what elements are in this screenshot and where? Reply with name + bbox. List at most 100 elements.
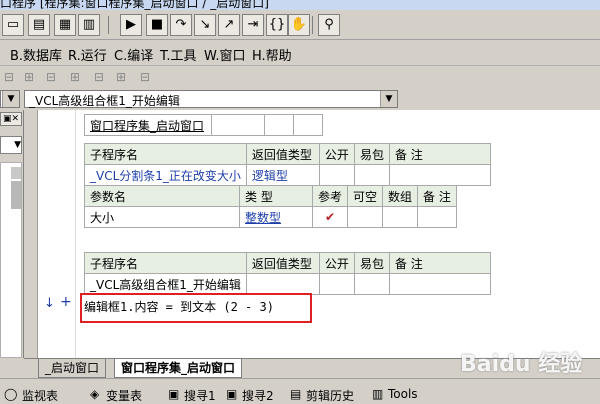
- align-top-icon[interactable]: ⊞: [66, 68, 84, 86]
- tools-icon: ▥: [372, 387, 384, 401]
- menu-help[interactable]: H.帮助: [252, 45, 292, 64]
- main-toolbar: ▭ ▤ ▦ ▥ ▶ ■ ↷ ↘ ↗ ⇥ {} ✋ ⚲: [0, 10, 600, 40]
- return-type-cell[interactable]: [245, 273, 320, 295]
- assembly-cell[interactable]: [211, 114, 265, 136]
- remark-cell[interactable]: [388, 273, 491, 295]
- clipboard-icon: ▤: [290, 387, 302, 401]
- highlight-box: [80, 293, 312, 323]
- stop-icon[interactable]: ■: [146, 14, 168, 36]
- chevron-down-icon[interactable]: ▼: [380, 91, 397, 107]
- tab-search-1[interactable]: 搜寻1: [184, 387, 216, 404]
- step-over-icon[interactable]: ↷: [170, 14, 192, 36]
- search-icon: ▣: [226, 387, 238, 401]
- col-easy-package: 易包: [353, 252, 390, 274]
- magnifier-icon: ◯: [4, 387, 18, 401]
- assembly-name[interactable]: 窗口程序集_启动窗口: [84, 114, 212, 136]
- tab-startup-window[interactable]: _启动窗口: [38, 359, 107, 378]
- split-view-icon[interactable]: ▥: [78, 14, 100, 36]
- easy-package-cell[interactable]: [353, 273, 390, 295]
- menu-tools[interactable]: T.工具: [160, 45, 197, 64]
- method-selector-value: _VCL高级组合框1_开始编辑: [29, 94, 180, 108]
- align-toolbar: ⊟ ⊞ ⊟ ⊞ ⊟ ⊞ ⊟: [0, 66, 600, 88]
- tab-search-2[interactable]: 搜寻2: [242, 387, 274, 404]
- panel-header-icon[interactable]: ▣✕: [0, 112, 22, 126]
- toolbar-separator: [312, 16, 313, 34]
- scrollbar-thumb[interactable]: [11, 181, 21, 209]
- param-name-cell[interactable]: 大小: [84, 206, 240, 228]
- run-icon[interactable]: ▶: [120, 14, 142, 36]
- easy-package-cell[interactable]: [353, 164, 390, 186]
- toolbar-separator: [108, 16, 109, 34]
- col-param-name: 参数名: [84, 185, 240, 207]
- array-cell[interactable]: [382, 206, 419, 228]
- method-selector[interactable]: _VCL高级组合框1_开始编辑 ▼: [24, 90, 398, 108]
- align-right-icon[interactable]: ⊟: [42, 68, 60, 86]
- checkmark-icon[interactable]: ✔: [311, 206, 349, 228]
- left-selector[interactable]: ▼: [0, 90, 20, 108]
- step-into-icon[interactable]: ↘: [194, 14, 216, 36]
- return-type-cell[interactable]: 逻辑型: [245, 164, 320, 186]
- tab-watch[interactable]: 监视表: [22, 387, 58, 404]
- align-left-icon[interactable]: ⊟: [0, 68, 18, 86]
- window-layout-icon[interactable]: ▤: [28, 14, 50, 36]
- public-cell[interactable]: [318, 273, 355, 295]
- nullable-cell[interactable]: [347, 206, 384, 228]
- search-icon: ▣: [168, 387, 180, 401]
- menu-bar: B.数据库 R.运行 C.编译 T.工具 W.窗口 H.帮助: [0, 40, 600, 66]
- col-return-type: 返回值类型: [245, 252, 320, 274]
- col-sub-name: 子程序名: [84, 252, 247, 274]
- same-height-icon[interactable]: ⊟: [136, 68, 154, 86]
- braces-icon[interactable]: {}: [266, 14, 288, 36]
- param-remark-cell[interactable]: [417, 206, 457, 228]
- hand-icon[interactable]: ✋: [288, 14, 310, 36]
- chevron-down-icon[interactable]: ▼: [2, 91, 19, 107]
- col-return-type: 返回值类型: [245, 143, 320, 165]
- align-middle-icon[interactable]: ⊟: [90, 68, 108, 86]
- param-table: 参数名 类 型 参考 可空 数组 备 注 大小 整数型 ✔: [84, 185, 457, 228]
- left-dock-panel: ▣✕ ▼: [0, 110, 24, 358]
- tab-variables[interactable]: 变量表: [106, 387, 142, 404]
- tab-assembly[interactable]: 窗口程序集_启动窗口: [114, 359, 243, 378]
- menu-run[interactable]: R.运行: [68, 45, 107, 64]
- col-nullable: 可空: [347, 185, 384, 207]
- menu-window[interactable]: W.窗口: [204, 45, 246, 64]
- public-cell[interactable]: [318, 164, 355, 186]
- same-width-icon[interactable]: ⊞: [112, 68, 130, 86]
- bottom-dock-tabs: ◯ 监视表 ◈ 变量表 ▣ 搜寻1 ▣ 搜寻2 ▤ 剪辑历史 ▥ Tools: [0, 378, 600, 403]
- col-param-type: 类 型: [239, 185, 313, 207]
- layout-icon[interactable]: ▭: [2, 14, 24, 36]
- subroutine-table-2: 子程序名 返回值类型 公开 易包 备 注 _VCL高级组合框1_开始编辑: [84, 252, 491, 295]
- plus-icon[interactable]: +: [60, 294, 72, 310]
- col-reference: 参考: [311, 185, 349, 207]
- run-to-cursor-icon[interactable]: ⇥: [242, 14, 264, 36]
- tab-clip-history[interactable]: 剪辑历史: [306, 387, 354, 404]
- sub-name-cell[interactable]: _VCL分割条1_正在改变大小: [84, 164, 247, 186]
- line-gutter: [38, 110, 76, 358]
- remark-cell[interactable]: [388, 164, 491, 186]
- col-array: 数组: [382, 185, 419, 207]
- tab-tools[interactable]: Tools: [388, 387, 418, 401]
- menu-compile[interactable]: C.编译: [114, 45, 153, 64]
- scroll-up-icon[interactable]: [11, 167, 21, 179]
- step-out-icon[interactable]: ↗: [218, 14, 240, 36]
- assembly-cell[interactable]: [264, 114, 294, 136]
- menu-database[interactable]: B.数据库: [10, 45, 62, 64]
- selector-row: ▼ _VCL高级组合框1_开始编辑 ▼: [0, 88, 600, 110]
- title-bar: 口程序 [程序集:窗口程序集_启动窗口 / _启动窗口]: [0, 0, 600, 10]
- assembly-table: 窗口程序集_启动窗口: [84, 114, 323, 136]
- align-center-icon[interactable]: ⊞: [20, 68, 38, 86]
- col-public: 公开: [318, 143, 355, 165]
- col-easy-package: 易包: [353, 143, 390, 165]
- binoculars-icon[interactable]: ⚲: [318, 14, 340, 36]
- table-view-icon[interactable]: ▦: [54, 14, 76, 36]
- window-title: 口程序 [程序集:窗口程序集_启动窗口 / _启动窗口]: [0, 0, 269, 10]
- arrow-down-icon: ↓: [44, 296, 55, 311]
- subroutine-table-1: 子程序名 返回值类型 公开 易包 备 注 _VCL分割条1_正在改变大小 逻辑型: [84, 143, 491, 186]
- col-public: 公开: [318, 252, 355, 274]
- param-type-cell[interactable]: 整数型: [239, 206, 313, 228]
- assembly-cell[interactable]: [293, 114, 323, 136]
- chevron-down-icon[interactable]: ▼: [0, 136, 22, 154]
- sub-name-cell[interactable]: _VCL高级组合框1_开始编辑: [84, 273, 247, 295]
- property-list[interactable]: [0, 162, 22, 358]
- variables-icon: ◈: [90, 387, 100, 401]
